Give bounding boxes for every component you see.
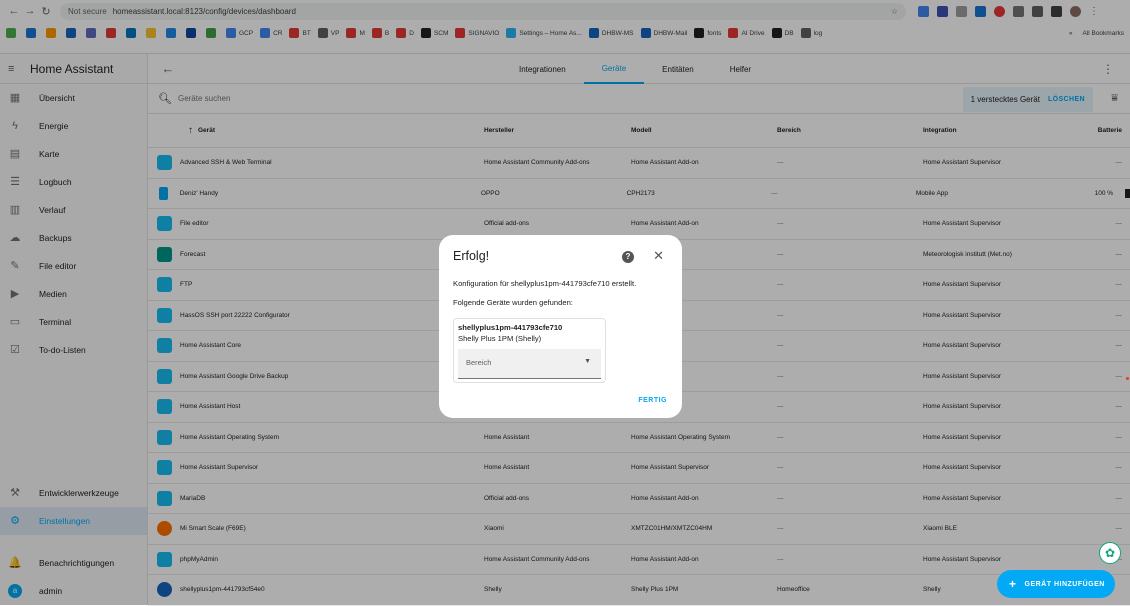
dialog-title: Erfolg!: [453, 249, 490, 263]
success-dialog: Erfolg! ? ✕ Konfiguration für shellyplus…: [439, 235, 682, 418]
close-icon[interactable]: ✕: [653, 248, 664, 264]
red-dot: [1126, 377, 1129, 380]
found-device-name: shellyplus1pm-441793cfe710: [458, 323, 563, 332]
add-device-button[interactable]: + GERÄT HINZUFÜGEN: [997, 570, 1115, 598]
plus-icon: +: [1009, 577, 1017, 591]
dialog-message: Konfiguration für shellyplus1pm-441793cf…: [453, 279, 637, 288]
help-icon[interactable]: ?: [622, 251, 634, 263]
chatgpt-extension-icon[interactable]: ✿: [1099, 542, 1121, 564]
area-select[interactable]: Bereich ▼: [458, 349, 601, 379]
add-device-label: GERÄT HINZUFÜGEN: [1024, 580, 1105, 588]
found-devices-label: Folgende Geräte wurden gefunden:: [453, 298, 573, 307]
area-select-label: Bereich: [466, 358, 492, 367]
dropdown-arrow-icon: ▼: [584, 358, 591, 365]
done-button[interactable]: FERTIG: [638, 397, 667, 404]
found-device-model: Shelly Plus 1PM (Shelly): [458, 334, 542, 343]
found-device-card: shellyplus1pm-441793cfe710 Shelly Plus 1…: [453, 318, 606, 383]
